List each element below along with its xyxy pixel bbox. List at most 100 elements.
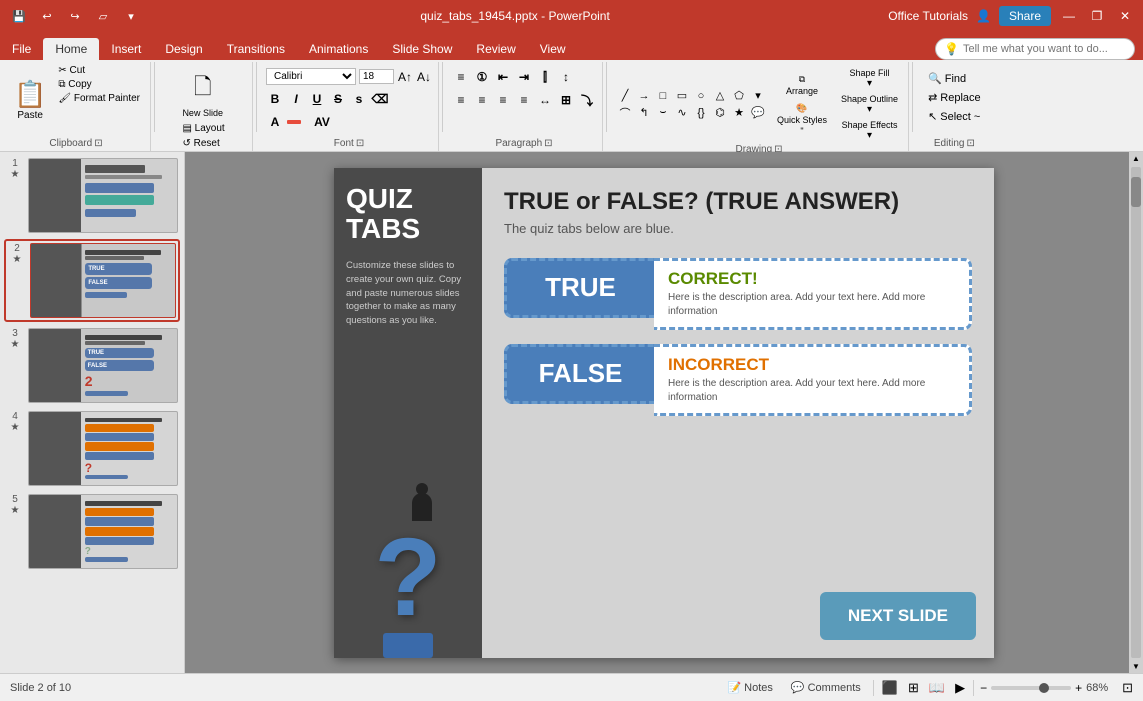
reset-button[interactable]: ↺ Reset [178,137,231,150]
slide-view-sort-button[interactable]: ⊞ [906,678,921,698]
shape-arrow[interactable]: → [635,88,653,104]
tab-home[interactable]: Home [43,38,99,60]
shape-callout[interactable]: 💬 [749,105,767,121]
bold-button[interactable]: B [266,90,284,108]
tab-slide-show[interactable]: Slide Show [380,38,464,60]
close-button[interactable]: ✕ [1115,6,1135,26]
align-center-button[interactable]: ≡ [473,91,491,109]
minimize-button[interactable]: — [1059,6,1079,26]
scroll-down-button[interactable]: ▼ [1130,660,1142,673]
char-spacing-button[interactable]: AV [313,113,331,131]
redo-qat-button[interactable]: ↪ [64,5,86,27]
quick-styles-button[interactable]: 🎨 Quick Styles " [773,100,831,138]
strikethrough-button[interactable]: S [329,90,347,108]
increase-font-button[interactable]: A↑ [397,69,413,85]
clipboard-expand-icon[interactable]: ⊡ [94,138,102,149]
shape-outline-button[interactable]: Shape Outline ▾ [837,92,902,116]
fit-slide-button[interactable]: ⊡ [1122,680,1133,696]
shape-more[interactable]: ▾ [749,88,767,104]
paragraph-expand-icon[interactable]: ⊡ [544,138,552,149]
bullets-button[interactable]: ≡ [452,68,470,86]
align-right-button[interactable]: ≡ [494,91,512,109]
office-tutorials-link[interactable]: Office Tutorials [888,9,968,23]
shape-bracket[interactable]: {} [692,105,710,121]
find-button[interactable]: 🔍 Find [922,70,987,87]
shape-pentagon[interactable]: ⬠ [730,88,748,104]
shape-fill-button[interactable]: Shape Fill ▾ [837,66,902,90]
false-button[interactable]: FALSE [504,344,654,404]
slide-thumb-4[interactable]: 4 ★ ? [4,409,180,488]
scroll-thumb[interactable] [1131,177,1141,207]
decrease-indent-button[interactable]: ⇤ [494,68,512,86]
text-direction-button[interactable]: ↔ [536,91,554,109]
shadow-button[interactable]: s [350,90,368,108]
tell-me-input[interactable] [963,43,1123,55]
shape-star[interactable]: ★ [730,105,748,121]
new-slide-button[interactable]: 🗋 New Slide [178,68,227,120]
numbering-button[interactable]: ① [473,68,491,86]
increase-indent-button[interactable]: ⇥ [515,68,533,86]
slide-show-button[interactable]: ▶ [953,678,967,698]
tab-review[interactable]: Review [464,38,527,60]
line-spacing-button[interactable]: ↕ [557,68,575,86]
format-painter-button[interactable]: 🖌 Format Painter [54,92,144,105]
tab-animations[interactable]: Animations [297,38,380,60]
true-button[interactable]: TRUE [504,258,654,318]
tab-view[interactable]: View [528,38,578,60]
tab-file[interactable]: File [0,38,43,60]
italic-button[interactable]: I [287,90,305,108]
columns-button[interactable]: ⫿ [536,68,554,86]
shape-rounded-rect[interactable]: ▭ [673,88,691,104]
notes-button[interactable]: 📝 Notes [721,679,778,696]
layout-button[interactable]: ▤ Layout [178,122,231,135]
vertical-scrollbar[interactable]: ▲ ▼ [1129,152,1143,673]
zoom-in-button[interactable]: + [1075,681,1082,695]
shape-triangle[interactable]: △ [711,88,729,104]
shape-effects-button[interactable]: Shape Effects ▾ [837,118,902,142]
arrange-button[interactable]: ⧉ Arrange [773,71,831,98]
smartart-button[interactable]: ⊞ [557,91,575,109]
slide-view-reading-button[interactable]: 📖 [927,678,947,698]
align-left-button[interactable]: ≡ [452,91,470,109]
restore-button[interactable]: ❐ [1087,6,1107,26]
editing-expand-icon[interactable]: ⊡ [966,138,974,149]
save-qat-button[interactable]: 💾 [8,5,30,27]
shape-ellipse[interactable]: ○ [692,88,710,104]
underline-button[interactable]: U [308,90,326,108]
slide-view-normal-button[interactable]: ⬛ [880,678,900,698]
shape-bent-arrow[interactable]: ↰ [635,105,653,121]
shape-brace[interactable]: ⌬ [711,105,729,121]
zoom-out-button[interactable]: − [980,681,987,695]
font-expand-icon[interactable]: ⊡ [356,138,364,149]
shape-curve[interactable]: ⌣ [654,105,672,121]
restore-qat-button[interactable]: ▱ [92,5,114,27]
shape-wave[interactable]: ∿ [673,105,691,121]
justify-button[interactable]: ≡ [515,91,533,109]
cut-button[interactable]: ✂ Cut [54,64,144,77]
tell-me-box[interactable]: 💡 [935,38,1135,60]
select-button[interactable]: ↖ Select ~ [922,108,987,125]
tab-design[interactable]: Design [153,38,214,60]
copy-button[interactable]: ⧉ Copy [54,78,144,91]
tab-insert[interactable]: Insert [99,38,153,60]
shape-bend[interactable]: ⌒ [616,105,634,121]
share-button[interactable]: Share [999,6,1051,26]
slide-thumb-3[interactable]: 3 ★ TRUE FALSE 2 [4,326,180,405]
paste-button[interactable]: 📋 Paste [8,64,52,136]
font-name-select[interactable]: Calibri [266,68,356,85]
slide-thumb-1[interactable]: 1 ★ [4,156,180,235]
comments-button[interactable]: 💬 Comments [785,679,867,696]
undo-qat-button[interactable]: ↩ [36,5,58,27]
scroll-up-button[interactable]: ▲ [1130,152,1142,165]
decrease-font-button[interactable]: A↓ [416,69,432,85]
tab-transitions[interactable]: Transitions [215,38,297,60]
clear-format-button[interactable]: ⌫ [371,90,389,108]
slide-thumb-2[interactable]: 2 ★ TRUE FALSE [4,239,180,322]
replace-button[interactable]: ⇄ Replace [922,89,987,106]
font-size-input[interactable] [359,69,394,84]
slide-thumb-5[interactable]: 5 ★ ? [4,492,180,571]
next-slide-button[interactable]: NEXT SLIDE [820,592,976,640]
font-color-button[interactable]: A [266,113,284,131]
zoom-slider[interactable] [991,686,1071,690]
shape-rect[interactable]: □ [654,88,672,104]
